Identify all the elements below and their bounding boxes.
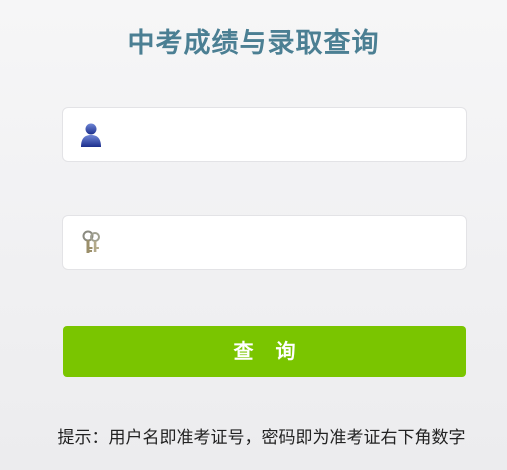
password-field[interactable] — [62, 215, 467, 270]
query-button[interactable]: 查询 — [63, 326, 466, 377]
user-icon — [79, 122, 103, 148]
keys-icon — [79, 230, 103, 256]
password-input[interactable] — [113, 224, 453, 261]
username-input[interactable] — [113, 116, 453, 153]
page-title: 中考成绩与录取查询 — [127, 28, 380, 59]
hint-text: 提示：用户名即准考证号，密码即为准考证右下角数字 — [57, 428, 466, 448]
username-field[interactable] — [62, 107, 467, 162]
